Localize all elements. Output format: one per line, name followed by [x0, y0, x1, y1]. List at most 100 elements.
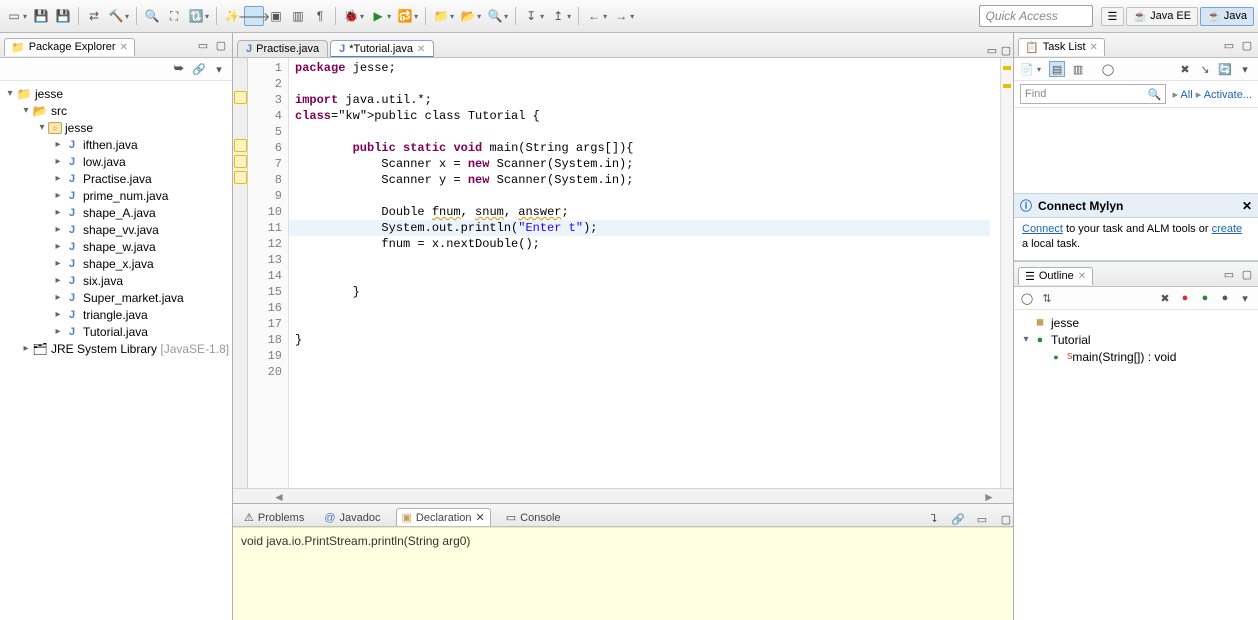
maximize-view-button[interactable]: ▢	[1240, 267, 1254, 281]
sort-button[interactable]: ⇅	[1040, 291, 1054, 305]
minimize-bottom-button[interactable]: ▭	[975, 512, 989, 526]
warning-marker-icon[interactable]	[234, 155, 247, 168]
link-selection-button[interactable]: 🔗	[951, 512, 965, 526]
dropdown-arrow-icon[interactable]: ▾	[540, 12, 544, 21]
maximize-view-button[interactable]: ▢	[1240, 38, 1254, 52]
new-package-button[interactable]: ▥	[288, 6, 308, 26]
tree-java-file[interactable]: ▸ifthen.java	[0, 136, 232, 153]
tree-java-file[interactable]: ▸shape_w.java	[0, 238, 232, 255]
search-icon[interactable]: 🔍	[1148, 88, 1162, 101]
tasks-activate-link[interactable]: Activate...	[1204, 89, 1252, 101]
synchronize-button[interactable]: 🔄	[1218, 62, 1232, 76]
new-class-button[interactable]: ▣	[266, 6, 286, 26]
close-icon[interactable]: ✕	[417, 44, 425, 55]
editor-tab-tutorial[interactable]: J *Tutorial.java ✕	[330, 40, 434, 57]
tree-java-file[interactable]: ▸Tutorial.java	[0, 323, 232, 340]
categorized-button[interactable]: ▤	[1049, 61, 1065, 77]
expand-icon[interactable]: ▸	[20, 343, 32, 354]
tree-java-file[interactable]: ▸Practise.java	[0, 170, 232, 187]
minimize-editor-button[interactable]: ▭	[985, 43, 999, 57]
warning-marker-icon[interactable]	[234, 91, 247, 104]
overview-ruler[interactable]	[1000, 58, 1013, 488]
expand-icon[interactable]: ▸	[52, 258, 64, 269]
save-all-button[interactable]: 💾	[53, 6, 73, 26]
perspective-java[interactable]: ☕ Java	[1200, 7, 1254, 26]
close-icon[interactable]: ✕	[1090, 42, 1098, 53]
hide-non-public-button[interactable]: ●	[1198, 291, 1212, 305]
maximize-view-button[interactable]: ▢	[214, 38, 228, 52]
view-menu-button[interactable]: ▾	[212, 62, 226, 76]
dropdown-arrow-icon[interactable]: ▾	[387, 12, 391, 21]
dropdown-arrow-icon[interactable]: ▾	[567, 12, 571, 21]
collapse-all-button[interactable]: ⮩	[172, 62, 186, 76]
refresh-button[interactable]: 🔃	[186, 6, 206, 26]
dropdown-arrow-icon[interactable]: ▾	[23, 12, 27, 21]
dropdown-arrow-icon[interactable]: ▾	[450, 12, 454, 21]
hide-fields-button[interactable]: ✖	[1158, 291, 1172, 305]
tab-declaration[interactable]: ▣ Declaration ✕	[396, 508, 491, 526]
tree-jre-library[interactable]: ▸ JRE System Library [JavaSE-1.8]	[0, 340, 232, 357]
tree-java-file[interactable]: ▸shape_x.java	[0, 255, 232, 272]
new-folder-button[interactable]: 📁	[431, 6, 451, 26]
overview-warning-icon[interactable]	[1003, 84, 1011, 88]
scroll-right-icon[interactable]: ►	[983, 490, 995, 504]
link-editor-button[interactable]: 🔗	[192, 62, 206, 76]
tree-package[interactable]: ▾ jesse	[0, 119, 232, 136]
open-task-button[interactable]: ⛶	[164, 6, 184, 26]
build-button[interactable]: 🔨	[106, 6, 126, 26]
expand-icon[interactable]: ▾	[36, 122, 48, 133]
toggle-block-button[interactable]: ¶	[310, 6, 330, 26]
tasks-all-link[interactable]: All	[1180, 89, 1192, 101]
package-explorer-tab[interactable]: 📁 Package Explorer ✕	[4, 38, 135, 56]
dropdown-arrow-icon[interactable]: ▾	[603, 12, 607, 21]
mylyn-create-link[interactable]: create	[1212, 223, 1243, 235]
new-menu-button[interactable]: ▭	[4, 6, 24, 26]
expand-icon[interactable]: ▾	[20, 105, 32, 116]
dropdown-arrow-icon[interactable]: ▾	[504, 12, 508, 21]
expand-icon[interactable]: ▾	[1020, 334, 1032, 345]
minimize-view-button[interactable]: ▭	[1222, 267, 1236, 281]
dropdown-arrow-icon[interactable]: ▾	[360, 12, 364, 21]
run-button[interactable]: ▶	[368, 6, 388, 26]
hide-local-button[interactable]: ●	[1218, 291, 1232, 305]
dropdown-arrow-icon[interactable]: ▾	[125, 12, 129, 21]
mylyn-connect-link[interactable]: Connect	[1022, 223, 1063, 235]
tab-problems[interactable]: ⚠ Problems	[239, 509, 309, 526]
outline-tab[interactable]: ☰ Outline ✕	[1018, 267, 1093, 285]
code-editor[interactable]: 1234567891011121314151617181920 package …	[233, 58, 1013, 488]
next-annotation-button[interactable]: ↧	[521, 6, 541, 26]
scroll-left-icon[interactable]: ◄	[273, 490, 285, 504]
toggle-breadcrumb-button[interactable]: 🡒	[244, 6, 264, 26]
dropdown-arrow-icon[interactable]: ▾	[205, 12, 209, 21]
focus-button[interactable]: ◯	[1101, 62, 1115, 76]
expand-icon[interactable]: ▸	[52, 224, 64, 235]
tree-java-file[interactable]: ▸prime_num.java	[0, 187, 232, 204]
expand-icon[interactable]: ▸	[52, 326, 64, 337]
open-input-button[interactable]: ⮧	[927, 512, 941, 526]
dropdown-arrow-icon[interactable]: ▾	[414, 12, 418, 21]
view-menu-button[interactable]: ▾	[1238, 62, 1252, 76]
tab-console[interactable]: ▭ Console	[501, 509, 566, 526]
focus-active-task-button[interactable]: ◯	[1020, 291, 1034, 305]
maximize-bottom-button[interactable]: ▢	[999, 512, 1013, 526]
warning-marker-icon[interactable]	[234, 171, 247, 184]
view-menu-button[interactable]: ▾	[1238, 291, 1252, 305]
perspective-java-ee[interactable]: ☕ Java EE	[1126, 7, 1198, 26]
editor-tab-practise[interactable]: J Practise.java	[237, 40, 328, 57]
save-button[interactable]: 💾	[31, 6, 51, 26]
search-button[interactable]: 🔍	[485, 6, 505, 26]
expand-icon[interactable]: ▸	[52, 190, 64, 201]
tree-java-file[interactable]: ▸low.java	[0, 153, 232, 170]
prev-annotation-button[interactable]: ↥	[548, 6, 568, 26]
minimize-view-button[interactable]: ▭	[1222, 38, 1236, 52]
quick-access-input[interactable]: Quick Access	[979, 5, 1093, 27]
expand-icon[interactable]: ▸	[52, 241, 64, 252]
run-last-button[interactable]: 🔂	[395, 6, 415, 26]
maximize-editor-button[interactable]: ▢	[999, 43, 1013, 57]
tree-java-file[interactable]: ▸triangle.java	[0, 306, 232, 323]
overview-warning-icon[interactable]	[1003, 66, 1011, 70]
collapse-icon[interactable]: ✖	[1178, 62, 1192, 76]
new-server-button[interactable]: 📂	[458, 6, 478, 26]
close-icon[interactable]: ✕	[1078, 271, 1086, 282]
open-perspective-button[interactable]: ☰	[1101, 7, 1125, 26]
